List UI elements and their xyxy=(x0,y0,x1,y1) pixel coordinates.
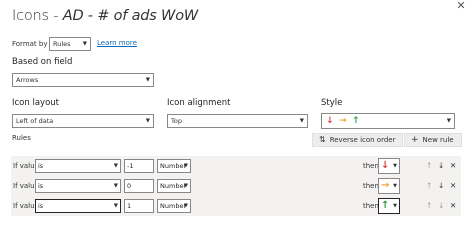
close-icon[interactable]: ✕ xyxy=(455,0,467,12)
delete-rule-icon[interactable]: ✕ xyxy=(450,161,456,171)
then-label: then xyxy=(363,162,379,170)
value-type-select[interactable]: Number ▼ xyxy=(157,159,191,173)
operator-value: is xyxy=(38,202,44,210)
move-down-icon[interactable]: ↓ xyxy=(438,181,444,191)
arrow-down-icon: ↓ xyxy=(381,160,390,171)
chevron-down-icon: ▼ xyxy=(113,183,118,189)
arrow-up-icon: ↑ xyxy=(352,116,360,126)
value-type-select[interactable]: Number ▼ xyxy=(157,179,191,193)
chevron-down-icon: ▼ xyxy=(393,203,397,209)
swap-vertical-icon: ⇅ xyxy=(319,135,326,144)
learn-more-link[interactable]: Learn more xyxy=(97,39,137,47)
icon-alignment-label: Icon alignment xyxy=(167,98,231,108)
icon-picker[interactable]: → ▼ xyxy=(378,178,400,194)
chevron-down-icon: ▼ xyxy=(393,183,397,189)
arrow-up-icon: ↑ xyxy=(381,200,390,211)
reverse-icon-order-label: Reverse icon order xyxy=(329,136,396,144)
move-up-icon[interactable]: ↑ xyxy=(426,201,432,211)
icon-picker[interactable]: ↑ ▼ xyxy=(378,198,400,214)
rule-value-input[interactable]: 1 xyxy=(124,199,154,213)
then-label: then xyxy=(363,202,379,210)
operator-select[interactable]: is ▼ xyxy=(35,199,121,213)
chevron-down-icon: ▼ xyxy=(183,183,188,189)
arrow-right-icon: → xyxy=(381,180,390,191)
based-on-field-value: Arrows xyxy=(16,76,39,84)
chevron-down-icon: ▼ xyxy=(82,41,87,47)
chevron-down-icon: ▼ xyxy=(446,118,451,124)
operator-select[interactable]: is ▼ xyxy=(35,159,121,173)
value-type-value: Number xyxy=(160,182,187,190)
chevron-down-icon: ▼ xyxy=(393,163,397,169)
icon-alignment-select[interactable]: Top ▼ xyxy=(167,114,308,128)
move-down-icon[interactable]: ↓ xyxy=(438,161,444,171)
style-select[interactable]: ↓ → ↑ ▼ xyxy=(321,113,455,129)
delete-rule-icon[interactable]: ✕ xyxy=(450,201,456,211)
chevron-down-icon: ▼ xyxy=(183,163,188,169)
format-by-value: Rules xyxy=(53,40,71,48)
dialog-title: Icons - AD - # of ads WoW xyxy=(12,8,198,24)
value-type-value: Number xyxy=(160,162,187,170)
rules-heading: Rules xyxy=(12,134,31,142)
new-rule-button[interactable]: + New rule xyxy=(404,133,462,147)
move-up-icon[interactable]: ↑ xyxy=(426,161,432,171)
icon-alignment-value: Top xyxy=(171,117,182,125)
rule-row: If value is ▼ 1 Number ▼ then ↑ ▼ ↑ ↓ ✕ xyxy=(11,196,461,216)
chevron-down-icon: ▼ xyxy=(145,77,150,83)
based-on-field-select[interactable]: Arrows ▼ xyxy=(12,73,154,87)
dialog-title-measure: AD - # of ads WoW xyxy=(62,8,198,24)
icon-layout-value: Left of data xyxy=(16,117,54,125)
delete-rule-icon[interactable]: ✕ xyxy=(450,181,456,191)
reverse-icon-order-button[interactable]: ⇅ Reverse icon order xyxy=(312,133,403,147)
move-up-icon[interactable]: ↑ xyxy=(426,181,432,191)
new-rule-label: New rule xyxy=(422,136,454,144)
arrow-down-icon: ↓ xyxy=(326,116,334,126)
rule-value-input[interactable]: 0 xyxy=(124,179,154,193)
chevron-down-icon: ▼ xyxy=(113,203,118,209)
rule-row: If value is ▼ -1 Number ▼ then ↓ ▼ ↑ ↓ ✕ xyxy=(11,156,461,176)
icon-picker[interactable]: ↓ ▼ xyxy=(378,158,400,174)
dialog-title-prefix: Icons - xyxy=(12,8,63,24)
value-type-select[interactable]: Number ▼ xyxy=(157,199,191,213)
icon-layout-label: Icon layout xyxy=(12,98,59,108)
based-on-field-label: Based on field xyxy=(12,57,73,67)
chevron-down-icon: ▼ xyxy=(183,203,188,209)
rule-value-input[interactable]: -1 xyxy=(124,159,154,173)
then-label: then xyxy=(363,182,379,190)
operator-value: is xyxy=(38,162,44,170)
format-by-label: Format by xyxy=(12,40,48,48)
arrow-right-icon: → xyxy=(339,116,347,126)
rule-row: If value is ▼ 0 Number ▼ then → ▼ ↑ ↓ ✕ xyxy=(11,176,461,196)
chevron-down-icon: ▼ xyxy=(113,163,118,169)
plus-icon: + xyxy=(411,135,419,145)
move-down-icon[interactable]: ↓ xyxy=(438,201,444,211)
value-type-value: Number xyxy=(160,202,187,210)
icon-layout-select[interactable]: Left of data ▼ xyxy=(12,114,154,128)
style-label: Style xyxy=(321,98,343,108)
operator-select[interactable]: is ▼ xyxy=(35,179,121,193)
format-by-select[interactable]: Rules ▼ xyxy=(49,37,91,51)
chevron-down-icon: ▼ xyxy=(299,118,304,124)
chevron-down-icon: ▼ xyxy=(145,118,150,124)
operator-value: is xyxy=(38,182,44,190)
